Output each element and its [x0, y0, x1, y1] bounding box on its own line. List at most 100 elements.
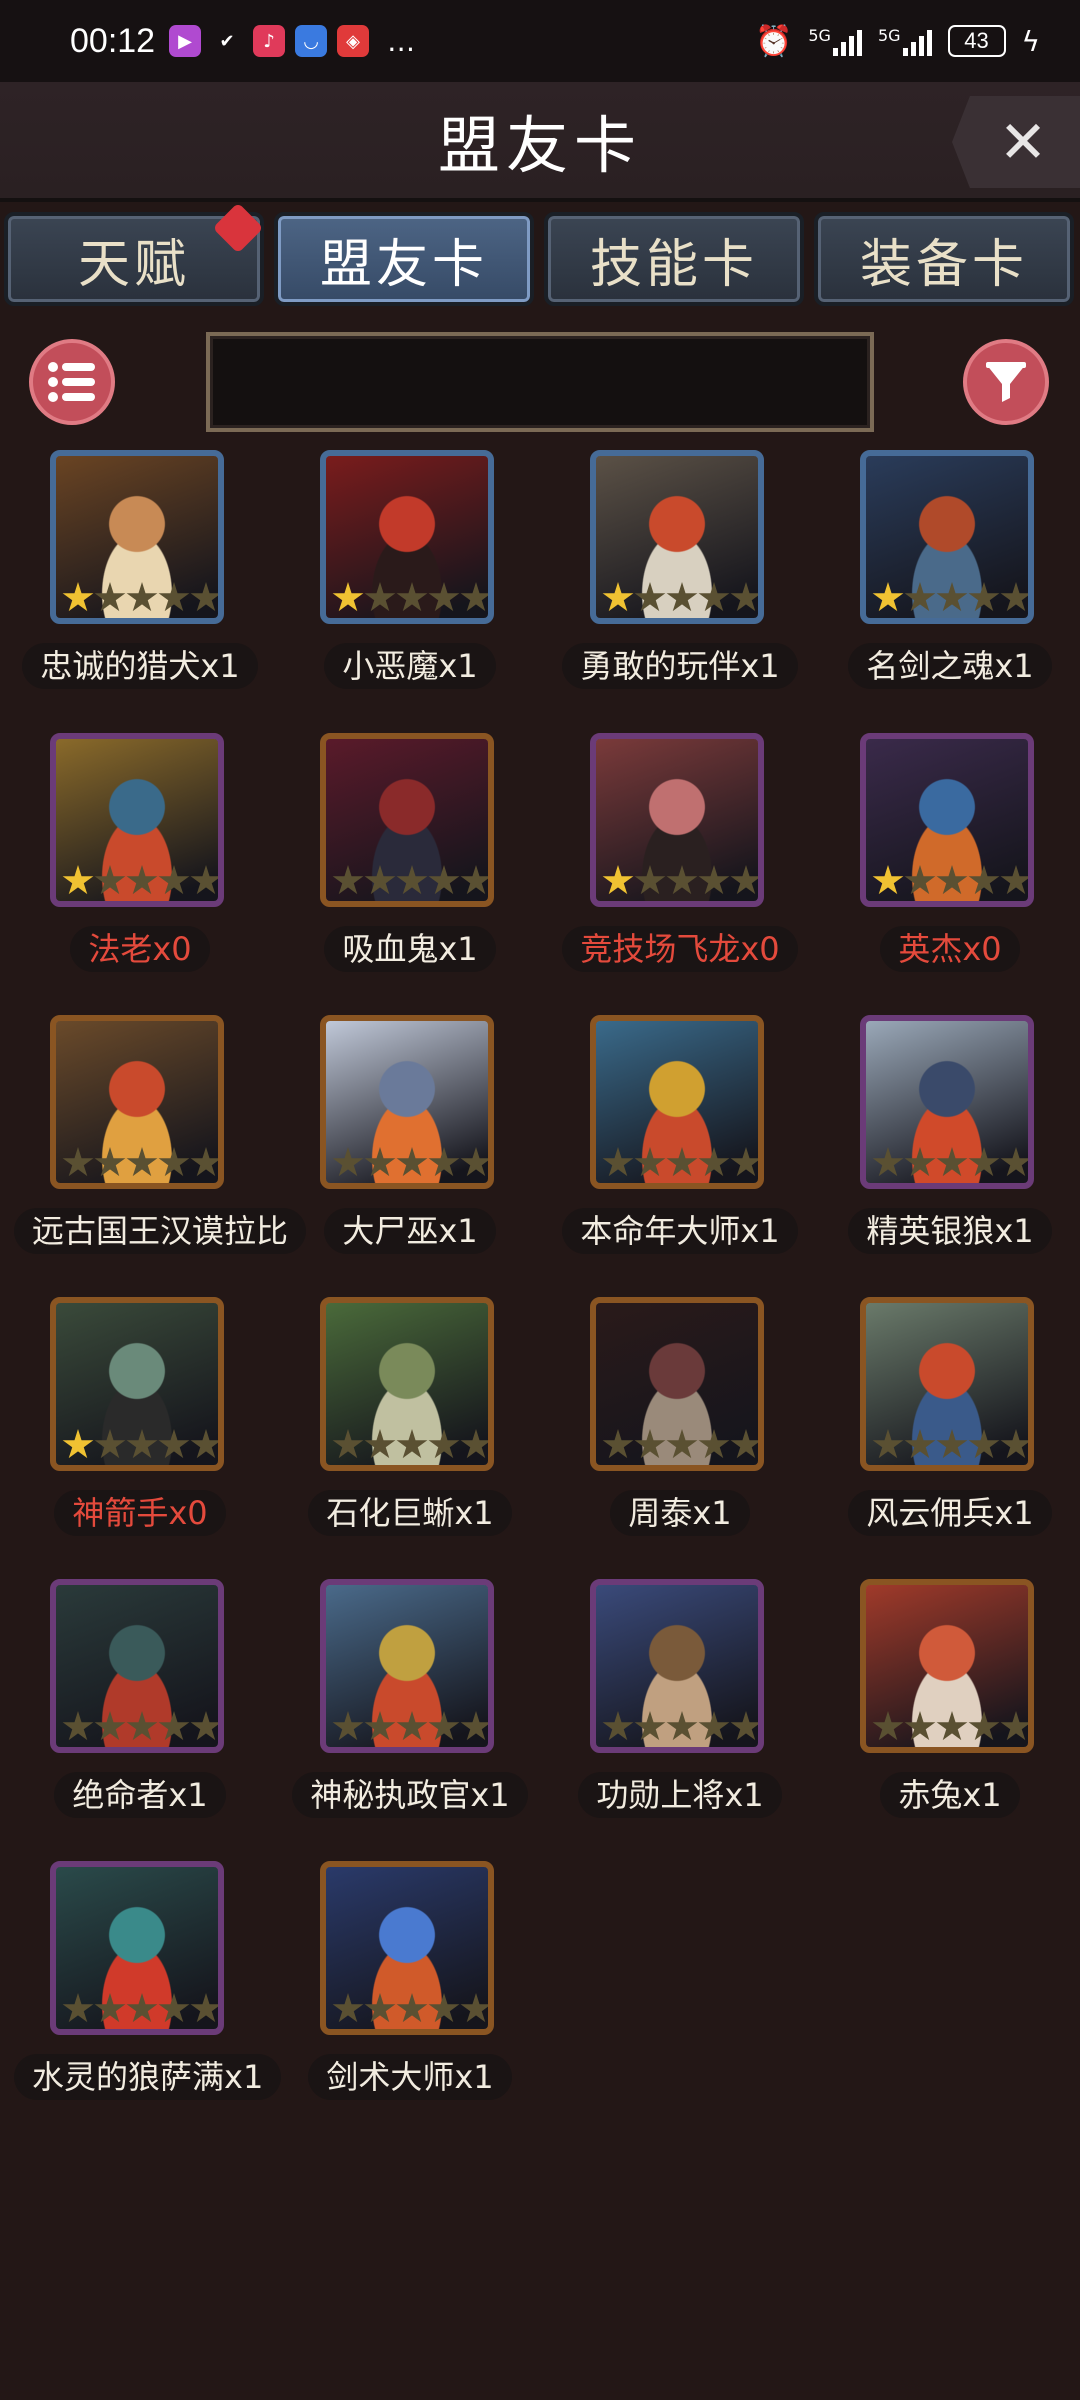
star-icon	[872, 1147, 904, 1177]
card-portrait-frame	[590, 1015, 764, 1189]
star-icon	[460, 1993, 488, 2023]
star-icon	[396, 1993, 428, 2023]
card-name-label: 神箭手x0	[10, 1485, 270, 1541]
star-icon	[460, 582, 488, 612]
tab-talent[interactable]: 天赋	[4, 202, 264, 306]
star-icon	[332, 865, 364, 895]
star-icon	[126, 582, 158, 612]
star-icon	[936, 1429, 968, 1459]
card-portrait-frame	[50, 450, 224, 624]
star-icon	[698, 1429, 730, 1459]
card-name-label: 赤兔x1	[820, 1767, 1080, 1823]
star-icon	[872, 582, 904, 612]
star-icon	[332, 1429, 364, 1459]
card-portrait-frame	[50, 733, 224, 907]
star-rating	[602, 1429, 758, 1461]
star-rating	[62, 1147, 218, 1179]
notification-icons: ▶ ✔ ♪ ◡ ◈ …	[169, 25, 415, 58]
card-name-label: 风云佣兵x1	[820, 1485, 1080, 1541]
card-portrait-frame	[50, 1015, 224, 1189]
card-name-label: 吸血鬼x1	[280, 921, 540, 977]
star-rating	[872, 1147, 1028, 1179]
tab-equipment-cards[interactable]: 装备卡	[814, 212, 1074, 306]
chat-app-icon: ◡	[295, 25, 328, 57]
card-name-label: 忠诚的猎犬x1	[10, 638, 270, 694]
star-icon	[602, 1711, 634, 1741]
card-portrait-frame	[860, 1297, 1034, 1471]
star-icon	[460, 1147, 488, 1177]
star-icon	[396, 1147, 428, 1177]
card-portrait-frame	[860, 450, 1034, 624]
star-icon	[1000, 582, 1028, 612]
card-portrait-frame	[320, 1861, 494, 2035]
star-icon	[332, 1993, 364, 2023]
title-bar: 盟友卡 ✕	[0, 82, 1080, 202]
card-name-label: 大尸巫x1	[280, 1203, 540, 1259]
star-icon	[94, 1429, 126, 1459]
more-notifications-icon: …	[387, 24, 416, 58]
music-app-icon: ♪	[253, 25, 286, 57]
star-icon	[126, 1429, 158, 1459]
star-icon	[62, 582, 94, 612]
star-rating	[62, 865, 218, 897]
star-icon	[460, 865, 488, 895]
search-input[interactable]	[206, 332, 874, 432]
star-rating	[872, 865, 1028, 897]
star-icon	[94, 1711, 126, 1741]
tab-bar: 天赋 盟友卡 技能卡 装备卡	[0, 202, 1080, 310]
star-rating	[602, 582, 758, 614]
star-icon	[62, 1147, 94, 1177]
page-title: 盟友卡	[437, 109, 642, 182]
star-icon	[62, 1993, 94, 2023]
star-rating	[602, 865, 758, 897]
signal-icon-1: 5G	[808, 26, 862, 56]
system-indicators: ⏰ 5G 5G 43 ϟ	[755, 24, 1040, 59]
list-menu-button[interactable]	[29, 339, 115, 425]
star-icon	[94, 865, 126, 895]
star-icon	[396, 1711, 428, 1741]
card-name-label: 勇敢的玩伴x1	[550, 638, 810, 694]
filter-icon	[986, 362, 1026, 402]
star-icon	[730, 582, 758, 612]
star-icon	[332, 582, 364, 612]
star-icon	[872, 1711, 904, 1741]
card-name-label: 石化巨蜥x1	[280, 1485, 540, 1541]
network-type-2: 5G	[877, 26, 901, 45]
card-name-label: 功勋上将x1	[550, 1767, 810, 1823]
star-icon	[428, 1429, 460, 1459]
clock: 00:12	[70, 21, 156, 60]
star-icon	[602, 582, 634, 612]
star-icon	[126, 1711, 158, 1741]
card-portrait-frame	[590, 733, 764, 907]
close-button[interactable]: ✕	[952, 96, 1080, 188]
star-rating	[332, 1711, 488, 1743]
star-icon	[666, 865, 698, 895]
card-portrait-frame	[320, 1297, 494, 1471]
star-icon	[936, 1147, 968, 1177]
filter-button[interactable]	[963, 339, 1049, 425]
card-portrait-frame	[320, 1015, 494, 1189]
star-icon	[634, 582, 666, 612]
card-name-label: 英杰x0	[820, 921, 1080, 977]
star-icon	[460, 1429, 488, 1459]
card-name-label: 远古国王汉谟拉比	[10, 1203, 307, 1259]
star-icon	[936, 1711, 968, 1741]
card-name-label: 名剑之魂x1	[820, 638, 1080, 694]
notification-badge	[212, 202, 264, 254]
star-icon	[396, 865, 428, 895]
star-icon	[428, 1993, 460, 2023]
star-icon	[666, 1147, 698, 1177]
tab-ally-cards[interactable]: 盟友卡	[274, 212, 534, 306]
star-icon	[698, 1147, 730, 1177]
star-icon	[634, 1711, 666, 1741]
star-icon	[936, 865, 968, 895]
card-portrait-frame	[50, 1297, 224, 1471]
star-icon	[190, 1993, 218, 2023]
star-rating	[62, 1993, 218, 2025]
reading-app-icon: ◈	[337, 25, 370, 57]
card-portrait-frame	[320, 1579, 494, 1753]
star-icon	[364, 1711, 396, 1741]
star-rating	[602, 1147, 758, 1179]
card-name-label: 竞技场飞龙x0	[550, 921, 810, 977]
tab-skill-cards[interactable]: 技能卡	[544, 212, 804, 306]
